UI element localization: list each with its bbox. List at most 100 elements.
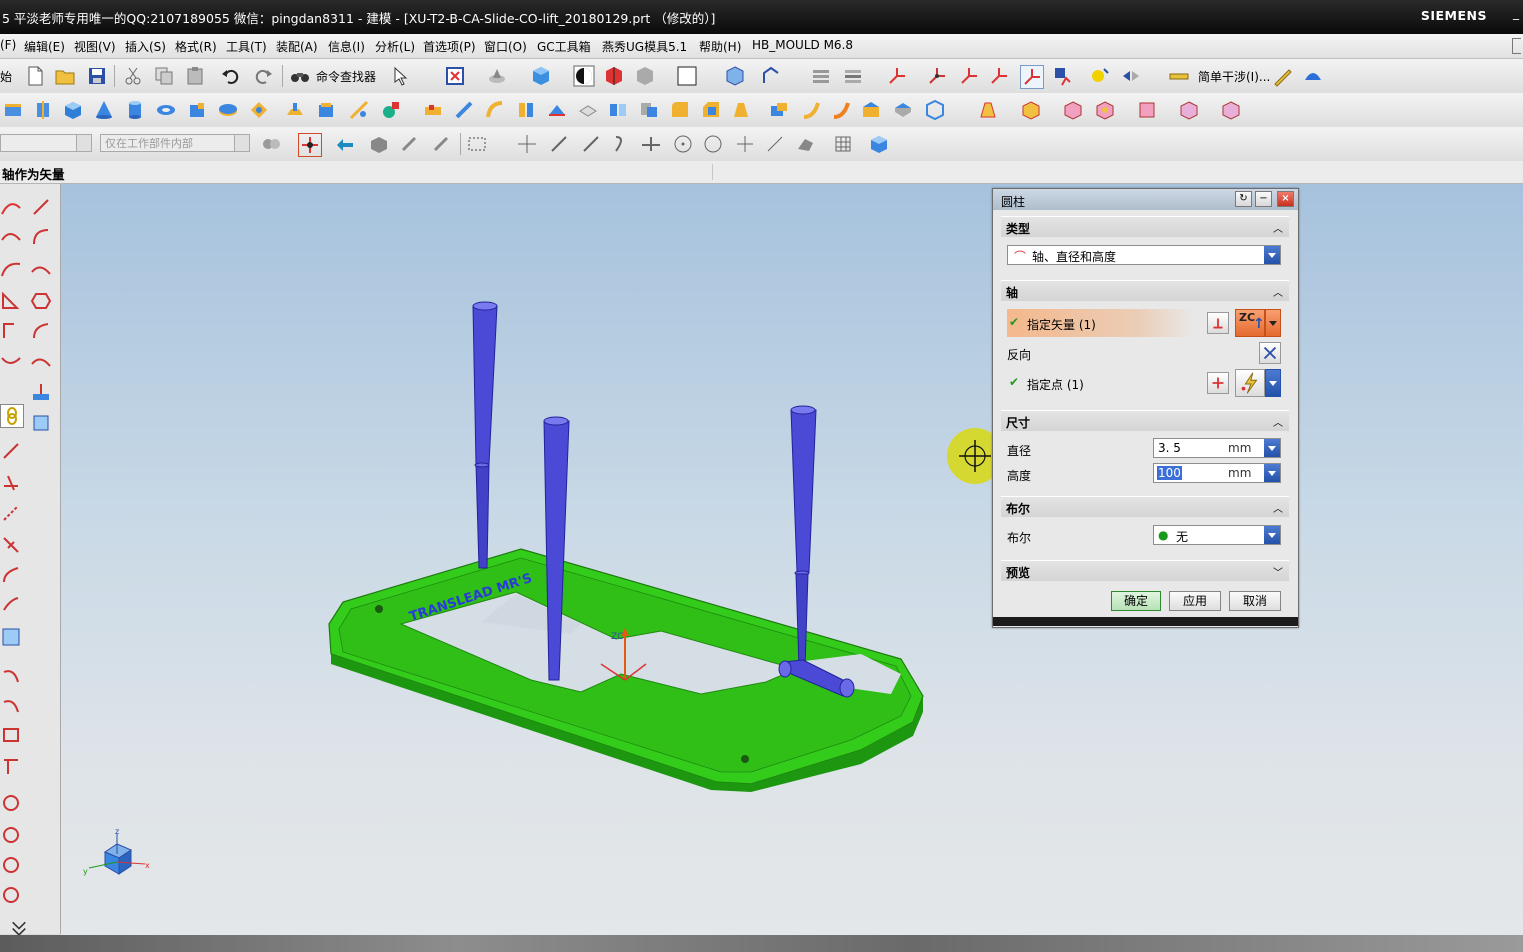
tube-icon[interactable]: [155, 99, 177, 121]
cancel-button[interactable]: 取消: [1229, 591, 1281, 611]
menu-file[interactable]: (F): [0, 38, 16, 52]
collapse-icon[interactable]: −: [1255, 191, 1272, 207]
menu-edit[interactable]: 编辑(E): [24, 38, 65, 55]
view-cube-icon[interactable]: [868, 133, 890, 155]
draft-icon[interactable]: [730, 99, 752, 121]
menu-tools[interactable]: 工具(T): [226, 38, 267, 55]
spline-icon[interactable]: [0, 258, 22, 280]
ok-button[interactable]: 确定: [1111, 591, 1161, 611]
slot-icon[interactable]: [284, 99, 306, 121]
fit-view-icon[interactable]: [444, 65, 466, 87]
circle-tool-2-icon[interactable]: [0, 824, 22, 846]
copy-icon[interactable]: [153, 65, 175, 87]
arc-tool-2-icon[interactable]: [0, 694, 22, 716]
section-dimensions-header[interactable]: 尺寸 ︿: [1001, 410, 1289, 431]
curve-tool-1-icon[interactable]: [0, 196, 22, 218]
select-faces-icon[interactable]: [398, 133, 420, 155]
menu-hb-mould[interactable]: HB_MOULD M6.8: [752, 38, 853, 52]
minimize-button[interactable]: _: [1513, 6, 1523, 26]
wcs-orient-icon[interactable]: [988, 65, 1010, 87]
sketch-grid-icon[interactable]: [0, 626, 22, 648]
mold-tool-1-icon[interactable]: [976, 99, 998, 121]
vector-dropdown-icon[interactable]: [1265, 309, 1281, 337]
undo-icon[interactable]: [220, 65, 242, 87]
polygon-icon[interactable]: [0, 290, 22, 312]
new-file-icon[interactable]: [24, 65, 46, 87]
zc-vector-icon[interactable]: ZC ↑: [1235, 309, 1265, 337]
section-axis-header[interactable]: 轴 ︿: [1001, 280, 1289, 301]
type-select[interactable]: ⌒ 轴、直径和高度: [1007, 245, 1281, 265]
unit-dropdown-icon[interactable]: [1264, 439, 1280, 457]
binoculars-icon[interactable]: [289, 65, 311, 87]
wcs-dynamic-icon[interactable]: [926, 65, 948, 87]
snap-control-icon[interactable]: [610, 133, 632, 155]
snap-existing-icon[interactable]: [734, 133, 756, 155]
intersect-icon[interactable]: [830, 99, 852, 121]
analysis-icon[interactable]: [1088, 65, 1110, 87]
unit-dropdown-icon[interactable]: [1264, 464, 1280, 482]
open-folder-icon[interactable]: [54, 65, 76, 87]
vector-dialog-icon[interactable]: [1207, 312, 1229, 334]
menu-analysis[interactable]: 分析(L): [375, 38, 415, 55]
snap-quadrant-icon[interactable]: [702, 133, 724, 155]
face-blend-icon[interactable]: [860, 99, 882, 121]
snap-on-surface-icon[interactable]: [794, 133, 816, 155]
boss-icon[interactable]: [186, 99, 208, 121]
mold-tool-3-icon[interactable]: [1062, 99, 1084, 121]
divide-curve-icon[interactable]: [0, 534, 22, 556]
shaded-cube-icon[interactable]: [530, 65, 552, 87]
menu-yanxiu[interactable]: 燕秀UG模具5.1: [602, 38, 687, 55]
surface-curve-icon[interactable]: [30, 412, 52, 434]
reverse-direction-icon[interactable]: [1259, 342, 1281, 364]
mold-tool-2-icon[interactable]: [1020, 99, 1042, 121]
snap-point-icon[interactable]: [298, 133, 322, 157]
join-curve-icon[interactable]: [30, 350, 52, 372]
arc-icon[interactable]: [30, 226, 52, 248]
move-object-icon[interactable]: [724, 65, 746, 87]
menu-window[interactable]: 窗口(O): [484, 38, 527, 55]
point-dialog-icon[interactable]: [1207, 372, 1229, 394]
draft-analysis-icon[interactable]: [1272, 65, 1294, 87]
mold-tool-7-icon[interactable]: [1220, 99, 1242, 121]
shell-icon[interactable]: [577, 99, 599, 121]
trim-curve-icon[interactable]: [0, 472, 22, 494]
menu-preferences[interactable]: 首选项(P): [423, 38, 476, 55]
offset-face-icon[interactable]: [515, 99, 537, 121]
pattern-icon[interactable]: [422, 99, 444, 121]
pad-icon[interactable]: [217, 99, 239, 121]
simple-interference-label[interactable]: 简单干涉(I)...: [1198, 68, 1270, 85]
inferred-point-icon[interactable]: [1235, 369, 1265, 397]
line-icon[interactable]: [30, 196, 52, 218]
menu-assembly[interactable]: 装配(A): [276, 38, 318, 55]
sew-icon[interactable]: [892, 99, 914, 121]
menu-view[interactable]: 视图(V): [74, 38, 116, 55]
fillet-curve-icon[interactable]: [0, 564, 22, 586]
extend-curve-icon[interactable]: [0, 502, 22, 524]
extrude-icon[interactable]: [2, 99, 24, 121]
wcs-save-icon[interactable]: [1052, 65, 1074, 87]
pocket-icon[interactable]: [248, 99, 270, 121]
snap-on-curve-icon[interactable]: [764, 133, 786, 155]
offset-curve-icon[interactable]: [30, 320, 52, 342]
close-icon[interactable]: ×: [1277, 191, 1294, 207]
select-edges-icon[interactable]: [430, 133, 452, 155]
mold-tool-5-icon[interactable]: [1136, 99, 1158, 121]
save-icon[interactable]: [86, 65, 108, 87]
revolve-icon[interactable]: [32, 99, 54, 121]
polygon-2-icon[interactable]: [30, 290, 52, 312]
scope-filter-select[interactable]: 仅在工作部件内部: [100, 134, 250, 152]
snap-intersection-icon[interactable]: [640, 133, 662, 155]
snap-view-icon[interactable]: [760, 65, 782, 87]
chamfer-curve-icon[interactable]: [0, 594, 22, 616]
section-boolean-header[interactable]: 布尔 ︿: [1001, 496, 1289, 517]
diameter-input[interactable]: 3. 5 mm: [1153, 438, 1281, 458]
split-body-icon[interactable]: [638, 99, 660, 121]
command-finder-label[interactable]: 命令查找器: [316, 68, 376, 85]
helix-icon[interactable]: [0, 320, 22, 342]
graphics-viewport[interactable]: TRANSLEAD MR'S ZC z x y: [61, 184, 1523, 935]
menu-format[interactable]: 格式(R): [175, 38, 217, 55]
apply-button[interactable]: 应用: [1169, 591, 1221, 611]
subtract-icon[interactable]: [800, 99, 822, 121]
line-tool-icon[interactable]: [0, 440, 22, 462]
section-type-header[interactable]: 类型 ︿: [1001, 216, 1289, 237]
